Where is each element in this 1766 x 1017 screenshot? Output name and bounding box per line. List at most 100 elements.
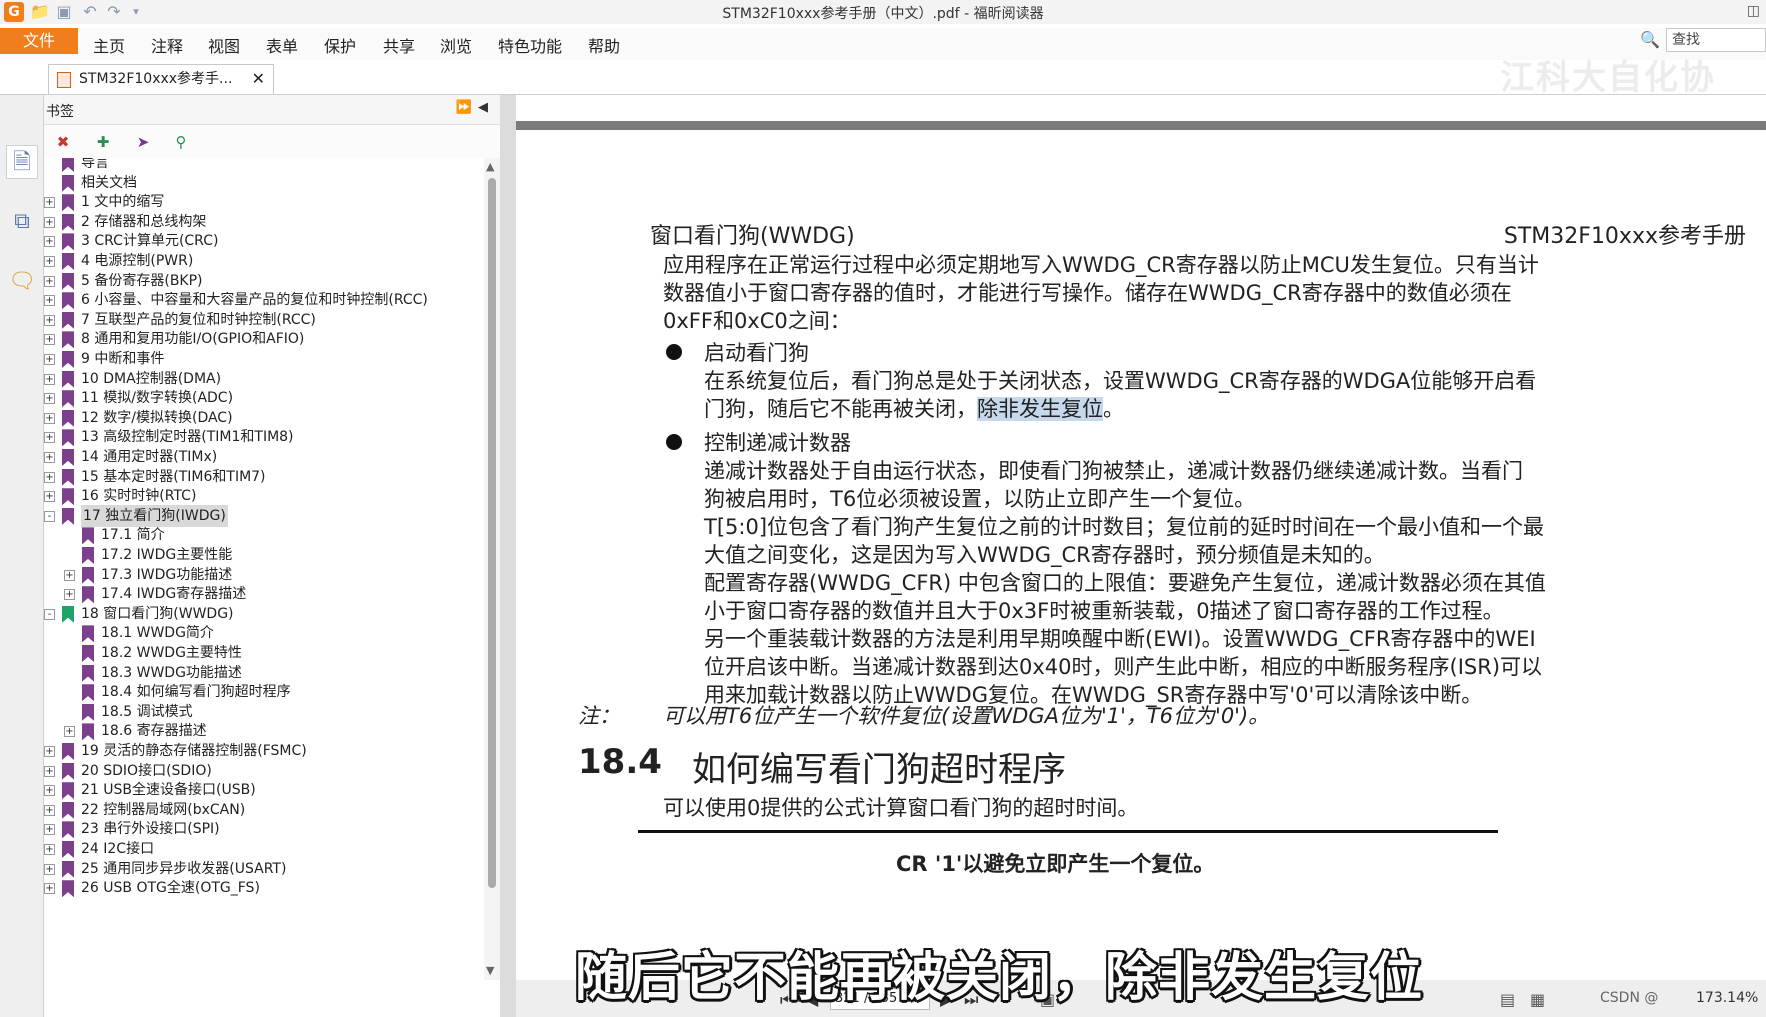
scroll-up-icon[interactable]: ▲: [486, 160, 494, 173]
bookmark-flag-icon: [62, 782, 74, 800]
bookmark-flag-icon: [62, 801, 74, 819]
expand-icon[interactable]: +: [44, 765, 55, 777]
find-bookmark-icon[interactable]: ⚲: [170, 131, 192, 153]
section-body: 可以使用0提供的公式计算窗口看门狗的超时时间。: [663, 796, 1139, 820]
expand-icon[interactable]: +: [44, 471, 55, 483]
search-icon[interactable]: 🔍: [1640, 30, 1662, 50]
expand-icon[interactable]: +: [44, 334, 55, 346]
window-restore-icon[interactable]: ◫: [1747, 3, 1760, 19]
panel-splitter[interactable]: [500, 95, 516, 1017]
expand-icon[interactable]: +: [44, 883, 55, 895]
bullet2-line-5: 配置寄存器(WWDG_CFR) 中包含窗口的上限值：要避免产生复位，递减计数器必…: [704, 571, 1546, 595]
search-input[interactable]: 查找: [1666, 28, 1766, 52]
bookmark-flag-icon: [62, 821, 74, 839]
bookmark-flag-icon: [62, 762, 74, 780]
bookmark-panel-icon[interactable]: 🗎: [6, 145, 38, 179]
bookmark-item[interactable]: +26 USB OTG全速(OTG_FS): [44, 877, 484, 899]
bullet1-line-1: 在系统复位后，看门狗总是处于关闭状态，设置WWDG_CR寄存器的WDGA位能够开…: [704, 369, 1537, 393]
menu-help[interactable]: 帮助: [588, 33, 620, 57]
expand-icon[interactable]: +: [44, 412, 55, 424]
expand-icon[interactable]: +: [44, 373, 55, 385]
expand-icon[interactable]: +: [44, 236, 55, 248]
bookmark-flag-icon: [82, 664, 94, 682]
document-tab[interactable]: STM32F10xxx参考手... ✕: [48, 64, 274, 94]
menu-protect[interactable]: 保护: [324, 33, 356, 57]
expand-icon[interactable]: +: [64, 589, 75, 601]
expand-icon[interactable]: +: [64, 726, 75, 738]
selected-text[interactable]: 除非发生复位: [977, 397, 1103, 421]
scroll-down-icon[interactable]: ▼: [486, 964, 494, 977]
bookmark-flag-icon: [82, 625, 94, 643]
bookmark-flag-icon: [62, 841, 74, 858]
bookmark-flag-icon: [82, 645, 94, 662]
bookmark-flag-icon: [62, 272, 74, 290]
collapse-icon[interactable]: -: [44, 510, 55, 522]
expand-icon[interactable]: +: [44, 295, 55, 307]
bullet1-title: 启动看门狗: [704, 341, 809, 365]
expand-icon[interactable]: +: [44, 863, 55, 875]
bookmark-flag-icon: [62, 351, 74, 368]
delete-bookmark-icon[interactable]: ✖: [52, 131, 74, 153]
bullet1-line-2-end: 。: [1103, 397, 1124, 421]
bullet-icon: [666, 344, 682, 360]
bookmark-tree: 导言 相关文档 +1 文中的缩写 +2 存储器和总线构架 +3 CRC计算单元(CRC)…: [44, 158, 484, 980]
expand-icon[interactable]: +: [44, 393, 55, 405]
bookmark-flag-icon: [62, 213, 74, 231]
bookmark-flag-icon: [82, 703, 94, 721]
expand-icon[interactable]: +: [44, 804, 55, 816]
add-bookmark-icon[interactable]: ✚: [92, 131, 114, 153]
expand-icon[interactable]: +: [64, 569, 75, 581]
expand-icon[interactable]: +: [44, 354, 55, 365]
file-tab[interactable]: 文件: [0, 28, 78, 54]
expand-icon[interactable]: +: [44, 824, 55, 836]
expand-icon[interactable]: +: [44, 216, 55, 228]
menu-view[interactable]: 视图: [208, 33, 240, 57]
bullet-icon: [666, 434, 682, 450]
page-thumbnails-icon[interactable]: ⧉: [6, 205, 38, 239]
continuous-page-icon[interactable]: ▤: [1500, 990, 1515, 1009]
bookmark-flag-icon: [62, 880, 74, 898]
close-tab-icon[interactable]: ✕: [252, 65, 265, 93]
section-title: 如何编写看门狗超时程序: [692, 750, 1066, 790]
expand-icon[interactable]: +: [44, 746, 55, 757]
expand-icon[interactable]: +: [44, 275, 55, 287]
bookmark-flag-icon: [62, 292, 74, 310]
menu-annotate[interactable]: 注释: [151, 33, 183, 57]
expand-icon[interactable]: +: [44, 197, 55, 209]
bookmark-flag-icon: [82, 723, 94, 741]
expand-icon[interactable]: +: [44, 256, 55, 267]
facing-page-icon[interactable]: ▦: [1530, 990, 1545, 1009]
menu-features[interactable]: 特色功能: [498, 33, 562, 57]
bullet2-line-3: T[5:0]位包含了看门狗产生复位之前的计时数目；复位前的延时时间在一个最小值和…: [704, 515, 1545, 539]
bullet2-line-4: 大值之间变化，这是因为写入WWDG_CR寄存器时，预分频值是未知的。: [704, 543, 1385, 567]
title-bar: G 📁 ▣ ↶ ↷ ▾ STM32F10xxx参考手册（中文）.pdf - 福昕…: [0, 0, 1766, 24]
menu-home[interactable]: 主页: [93, 33, 125, 57]
expand-icon[interactable]: +: [44, 314, 55, 326]
menu-browse[interactable]: 浏览: [440, 33, 472, 57]
bookmark-flag-icon: [62, 468, 74, 486]
expand-icon[interactable]: +: [44, 491, 55, 503]
expand-icon[interactable]: +: [44, 452, 55, 463]
collapse-icon[interactable]: -: [44, 608, 55, 620]
zoom-level[interactable]: 173.14%: [1696, 990, 1758, 1006]
scroll-thumb[interactable]: [488, 178, 496, 888]
bookmark-flag-icon: [62, 605, 74, 623]
expand-icon[interactable]: +: [44, 785, 55, 797]
menu-form[interactable]: 表单: [266, 33, 298, 57]
bookmark-flag-icon: [62, 390, 74, 408]
bookmark-scrollbar[interactable]: ▲ ▼: [484, 158, 500, 980]
bookmark-flag-icon: [62, 449, 74, 466]
expand-icon[interactable]: +: [44, 432, 55, 444]
bullet1-line-2-text: 门狗，随后它不能再被关闭，: [704, 397, 977, 421]
bookmark-flag-icon: [62, 311, 74, 329]
panel-collapse-icon[interactable]: ⏩◀: [456, 100, 494, 115]
bullet1-line-2: 门狗，随后它不能再被关闭，除非发生复位。: [704, 394, 1124, 425]
comments-panel-icon[interactable]: 🗨: [6, 265, 38, 299]
bookmark-flag-icon: [62, 233, 74, 251]
page-header-left: 窗口看门狗(WWDG): [650, 224, 855, 249]
bookmark-flag-icon: [62, 174, 74, 192]
menu-share[interactable]: 共享: [383, 33, 415, 57]
bookmark-flag-icon: [82, 684, 94, 702]
expand-icon[interactable]: +: [44, 844, 55, 855]
expand-bookmark-icon[interactable]: ➤: [132, 131, 154, 153]
